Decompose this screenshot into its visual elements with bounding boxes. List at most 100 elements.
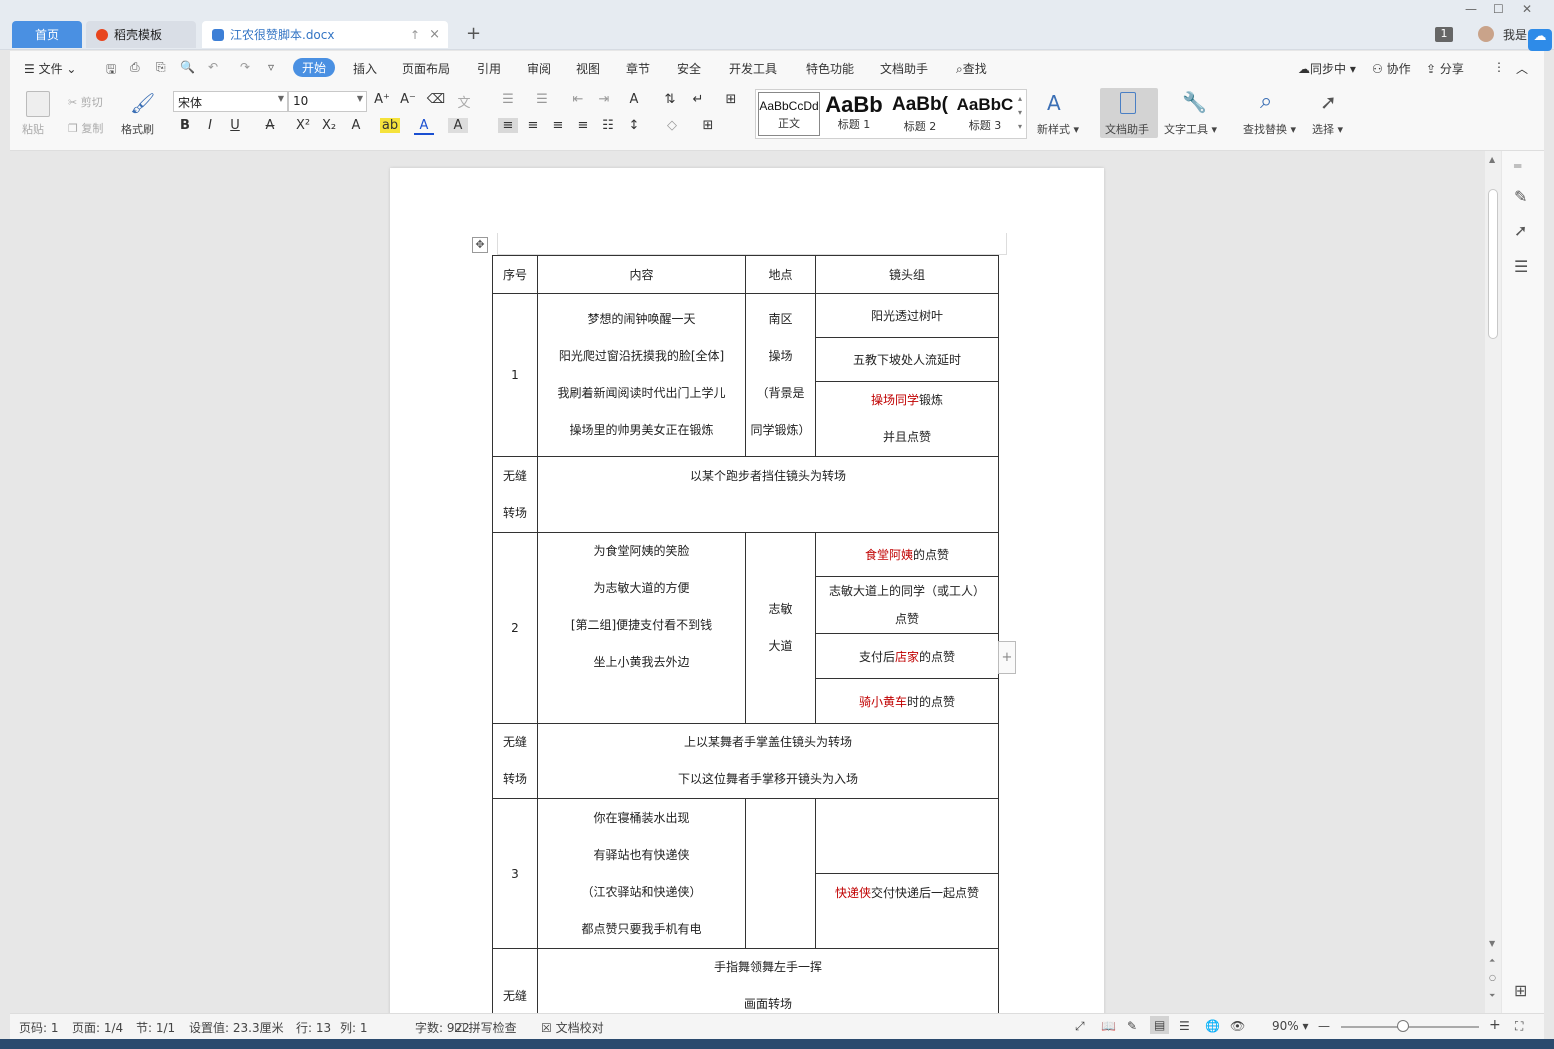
sync-button[interactable]: ☁同步中 ▾ (1298, 60, 1356, 77)
scroll-up-icon[interactable]: ▲ (1489, 155, 1495, 164)
table-cell-transition[interactable]: 手指舞领舞左手一挥 画面转场 (537, 948, 999, 1013)
next-page-icon[interactable]: ⏷ (1489, 991, 1495, 1001)
table-cell-content[interactable]: 梦想的闹钟唤醒一天 阳光爬过窗沿抚摸我的脸[全体] 我刷着新闻阅读时代出门上学儿… (537, 293, 746, 457)
menu-devtools[interactable]: 开发工具 (729, 60, 777, 77)
proofread-button[interactable]: ☒ 文档校对 (541, 1019, 604, 1036)
menu-view[interactable]: 视图 (576, 60, 600, 77)
font-name-select[interactable]: 宋体 ▼ (173, 91, 288, 112)
table-cell-transition[interactable]: 以某个跑步者挡住镜头为转场 (537, 456, 999, 533)
font-size-select[interactable]: 10 ▼ (288, 91, 367, 112)
line-spacing-icon[interactable]: ↕ (624, 118, 644, 133)
select-browse-icon[interactable]: ○ (1489, 973, 1496, 982)
table-cell-transition-label[interactable]: 无缝 转场 (492, 723, 538, 799)
sort-icon[interactable]: ⇅ (660, 92, 680, 107)
italic-icon[interactable]: I (200, 118, 220, 133)
subscript-icon[interactable]: X₂ (319, 118, 339, 133)
spell-check-button[interactable]: ☑ 拼写检查 (454, 1019, 517, 1036)
status-pages[interactable]: 页面: 1/4 (72, 1019, 123, 1036)
status-line[interactable]: 行: 13 (296, 1019, 331, 1036)
menu-start[interactable]: 开始 (293, 58, 336, 77)
distribute-icon[interactable]: ☷ (598, 118, 618, 133)
menu-review[interactable]: 审阅 (527, 60, 551, 77)
paste-button[interactable]: 粘贴 (22, 121, 44, 137)
grow-font-icon[interactable]: A⁺ (372, 92, 392, 107)
tab-home[interactable]: 首页 (12, 21, 82, 48)
outline-view-icon[interactable]: ☰ (1179, 1019, 1190, 1033)
status-setting[interactable]: 设置值: 23.3厘米 (189, 1019, 284, 1036)
edit-icon[interactable]: ✎ (1514, 187, 1527, 206)
select-cursor-icon[interactable]: ➚ (1514, 221, 1527, 240)
table-cell-content[interactable]: 你在寝桶装水出现 有驿站也有快递侠 （江农驿站和快递侠） 都点赞只要我手机有电 (537, 798, 746, 949)
menu-features[interactable]: 特色功能 (806, 60, 854, 77)
align-right-icon[interactable]: ≡ (548, 118, 568, 133)
table-cell-place[interactable]: 志敏 大道 (745, 532, 816, 724)
settings-sliders-icon[interactable]: ☰ (1514, 257, 1528, 276)
style-scroll-icon[interactable]: ▴ ▾ ▾ (1018, 92, 1022, 134)
menu-chapter[interactable]: 章节 (626, 60, 650, 77)
grid-apps-icon[interactable]: ⊞ (1514, 981, 1527, 1000)
close-icon[interactable]: × (429, 27, 440, 42)
save-icon[interactable]: 🖫 (106, 60, 116, 81)
table-cell-transition[interactable]: 上以某舞者手掌盖住镜头为转场 下以这位舞者手掌移开镜头为入场 (537, 723, 999, 799)
align-left-icon[interactable]: ≡ (498, 118, 518, 133)
status-col[interactable]: 列: 1 (340, 1019, 368, 1036)
customize-icon[interactable]: ▿ (268, 60, 274, 74)
share-button[interactable]: ⇪ 分享 (1426, 60, 1464, 77)
numbered-list-icon[interactable]: ☰ (532, 92, 552, 107)
chinese-layout-icon[interactable]: A (624, 92, 644, 107)
document-page[interactable]: ✥ 序号 内容 地点 镜头组 1 梦想的闹钟唤醒一天 阳光爬过窗沿抚摸我的脸[全… (390, 168, 1104, 1013)
menu-reference[interactable]: 引用 (477, 60, 501, 77)
user-name[interactable]: 我是 (1503, 26, 1527, 43)
align-center-icon[interactable]: ≡ (523, 118, 543, 133)
select-button[interactable]: 选择 ▾ (1312, 121, 1343, 137)
prev-page-icon[interactable]: ⏶ (1489, 956, 1495, 966)
style-heading-1[interactable]: AaBb 标题 1 (822, 92, 886, 136)
tab-docer[interactable]: 稻壳模板 (86, 21, 196, 48)
phonetic-icon[interactable]: 文 (454, 92, 474, 111)
table-cell-shot[interactable]: 快递侠交付快递后一起点赞 (815, 873, 999, 949)
table-cell-shot[interactable]: 阳光透过树叶 (815, 293, 999, 338)
pin-icon[interactable]: ↑ (410, 28, 420, 42)
doc-assistant-button[interactable]: 文档助手 (1100, 88, 1158, 138)
pane-handle-icon[interactable]: ═ (1514, 159, 1521, 173)
reading-mode-icon[interactable]: 📖 (1101, 1019, 1116, 1033)
decrease-indent-icon[interactable]: ⇤ (568, 92, 588, 107)
table-cell-transition-label[interactable]: 无缝 (492, 948, 538, 1013)
maximize-icon[interactable]: ☐ (1493, 2, 1504, 16)
shrink-font-icon[interactable]: A⁻ (398, 92, 418, 107)
increase-indent-icon[interactable]: ⇥ (594, 92, 614, 107)
underline-icon[interactable]: U (225, 118, 245, 133)
new-tab-button[interactable]: + (466, 23, 481, 44)
zoom-select[interactable]: 90% ▾ (1272, 1019, 1309, 1033)
menu-file[interactable]: ☰ 文件 ⌄ (24, 60, 76, 77)
table-cell-shot[interactable]: 操场同学锻炼 并且点赞 (815, 381, 999, 457)
paste-icon[interactable] (26, 91, 50, 117)
table-move-handle-icon[interactable]: ✥ (472, 237, 488, 253)
table-cell-shot[interactable]: 志敏大道上的同学（或工人） 点赞 (815, 576, 999, 634)
header-cell[interactable]: 内容 (537, 255, 746, 294)
table-cell-shot[interactable]: 支付后店家的点赞 (815, 633, 999, 679)
cut-button[interactable]: ✂ 剪切 (68, 94, 103, 110)
print-icon[interactable]: ⎘ (156, 60, 166, 75)
style-normal[interactable]: AaBbCcDd 正文 (758, 92, 820, 136)
table-cell-place[interactable] (745, 798, 816, 949)
copy-button[interactable]: ❐ 复制 (68, 120, 103, 136)
shading-icon[interactable]: ◇ (662, 118, 682, 133)
status-section[interactable]: 节: 1/1 (136, 1019, 175, 1036)
more-icon[interactable]: ⋮ (1493, 60, 1505, 74)
scroll-thumb[interactable] (1488, 189, 1498, 339)
header-cell[interactable]: 地点 (745, 255, 816, 294)
window-count-badge[interactable]: 1 (1435, 27, 1453, 42)
find-replace-button[interactable]: 查找替换 ▾ (1243, 121, 1296, 137)
new-style-button[interactable]: 新样式 ▾ (1037, 121, 1079, 137)
document-workspace[interactable]: ✥ 序号 内容 地点 镜头组 1 梦想的闹钟唤醒一天 阳光爬过窗沿抚摸我的脸[全… (10, 151, 1485, 1013)
table-cell-place[interactable]: 南区 操场 （背景是 同学锻炼） (745, 293, 816, 457)
tab-document[interactable]: 江农很赞脚本.docx ↑ × (202, 21, 448, 48)
table-cell-num[interactable]: 3 (492, 798, 538, 949)
cloud-icon[interactable]: ☁ (1528, 29, 1552, 51)
zoom-slider-handle[interactable] (1397, 1020, 1409, 1032)
show-marks-icon[interactable]: ↵ (688, 92, 708, 107)
format-painter-button[interactable]: 格式刷 (121, 121, 154, 137)
zoom-in-icon[interactable]: + (1489, 1017, 1501, 1033)
redo-icon[interactable]: ↷ (240, 60, 250, 74)
